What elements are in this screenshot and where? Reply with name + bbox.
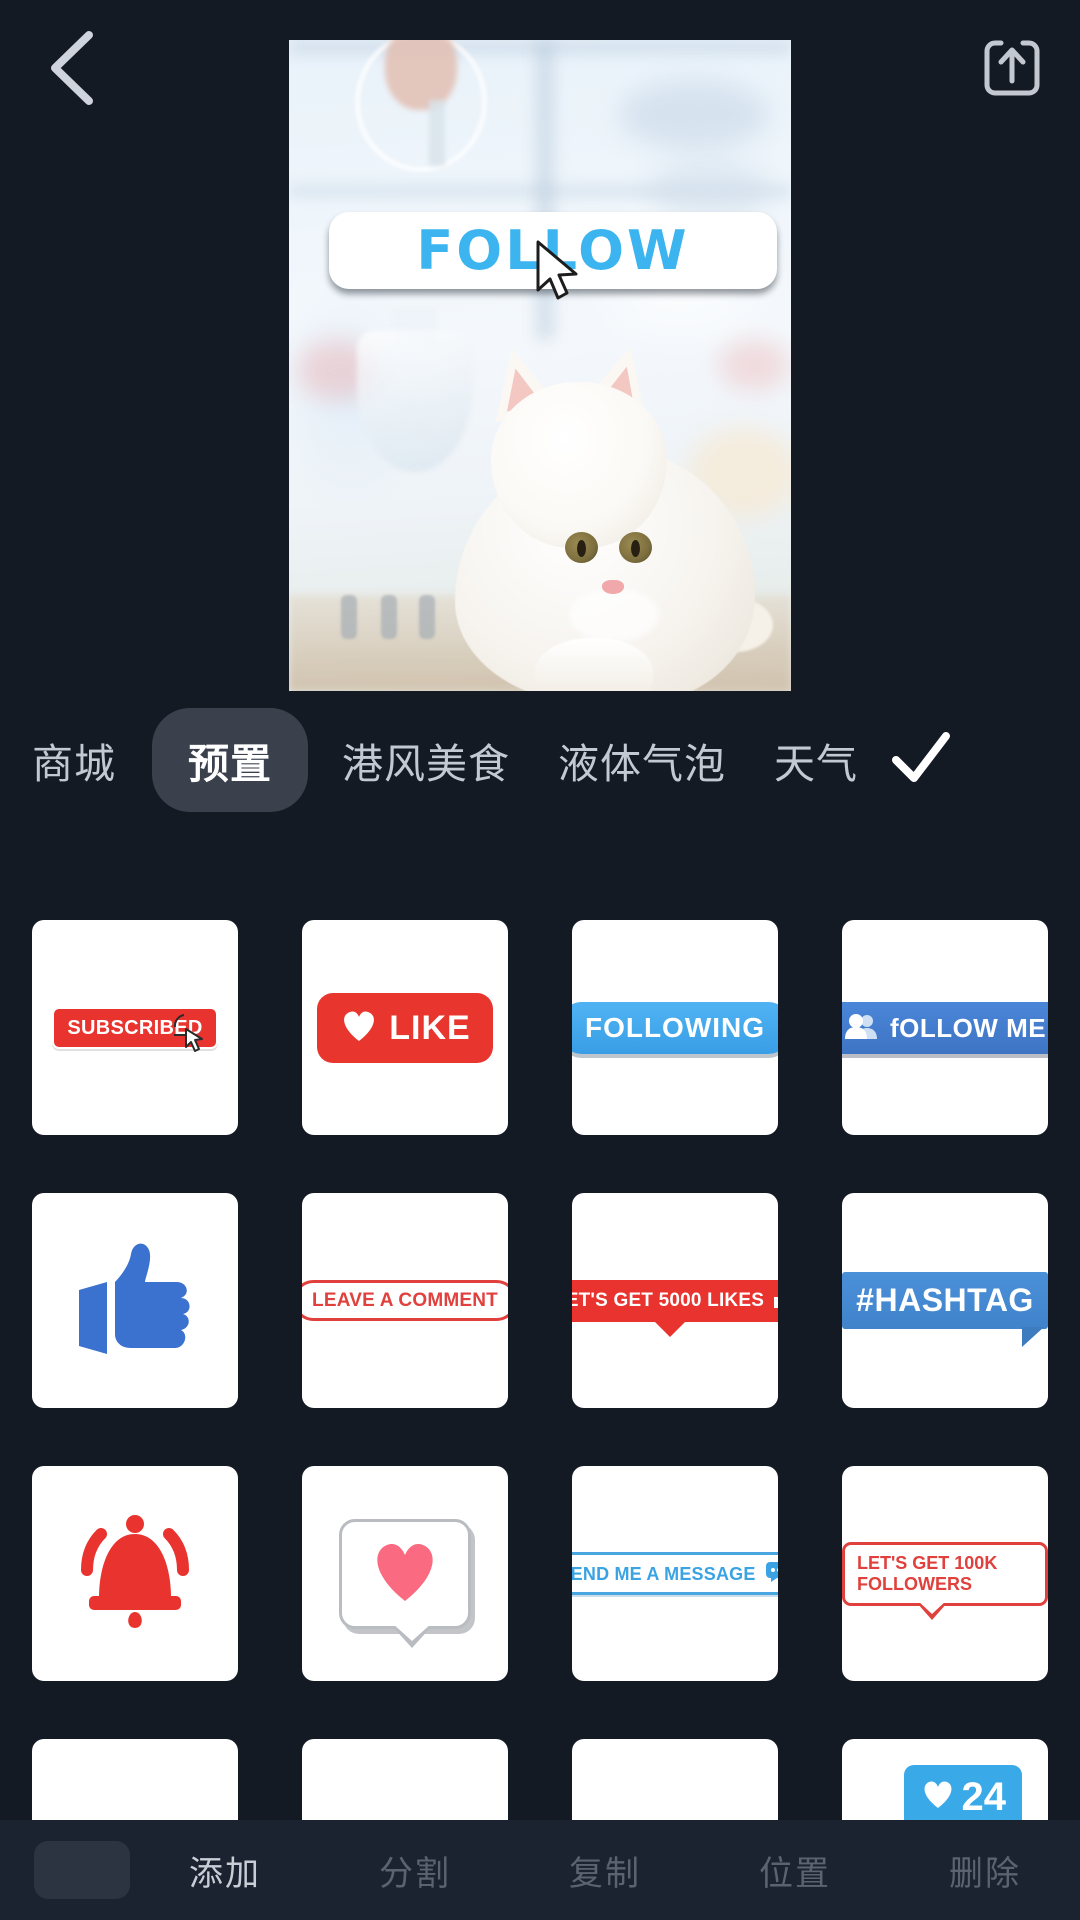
sticker-item-heart-in-bubble[interactable] [302,1466,508,1681]
thumbs-up-small-icon [774,1289,778,1313]
sticker-label: SEND ME A MESSAGE [572,1563,756,1584]
mouse-cursor-arrow-icon [534,240,586,307]
confirm-button[interactable] [890,730,952,791]
people-icon [844,1012,880,1044]
sticker-item-leave-a-comment[interactable]: LEAVE A COMMENT [302,1193,508,1408]
sticker-label: #HASHTAG [842,1272,1048,1347]
tab-mall[interactable]: 商城 [28,730,120,790]
heart-icon [920,1775,956,1820]
sticker-item-heart-like[interactable]: LIKE [302,920,508,1135]
tab-weather[interactable]: 天气 [770,730,862,790]
sticker-label: FOLLOWING [572,1001,778,1054]
export-upload-icon [981,37,1043,104]
sticker-label: LIKE [389,1008,471,1047]
toolbar-handle-button[interactable] [34,1841,130,1899]
back-button[interactable] [30,28,114,112]
check-icon [890,730,952,791]
cat-subject [449,298,773,691]
sticker-badge: LET'S GET 5000 LIKES [572,1279,778,1337]
tab-preset[interactable]: 预置 [152,708,308,812]
sticker-badge: fOLLOW ME [842,1001,1048,1054]
toolbar-item-copy[interactable]: 复制 [510,1846,700,1895]
heart-icon [339,1007,379,1049]
sticker-item-lets-get-100k-followers[interactable]: LET'S GET 100K FOLLOWERS [842,1466,1048,1681]
sticker-item-lets-get-5000-likes[interactable]: LET'S GET 5000 LIKES [572,1193,778,1408]
thumbs-up-icon [71,1238,199,1363]
heart-icon [370,1539,440,1608]
tab-hongkong-food[interactable]: 港风美食 [338,730,514,790]
sticker-label: LET'S GET 100K FOLLOWERS [842,1541,1048,1620]
chat-bubble-icon [765,1562,778,1585]
tab-liquid-bubble[interactable]: 液体气泡 [554,730,730,790]
sticker-label: fOLLOW ME [889,1012,1047,1043]
sticker-item-following[interactable]: FOLLOWING [572,920,778,1135]
toolbar-item-delete[interactable]: 删除 [890,1846,1080,1895]
sticker-badge: SEND ME A MESSAGE [572,1552,778,1595]
category-tabbar: 商城 预置 港风美食 液体气泡 天气 [0,700,1080,820]
sticker-item-hashtag[interactable]: #HASHTAG [842,1193,1048,1408]
sticker-label: LET'S GET 5000 LIKES [572,1290,765,1311]
toolbar-item-position[interactable]: 位置 [700,1846,890,1895]
sticker-item-send-me-a-message[interactable]: SEND ME A MESSAGE [572,1466,778,1681]
sticker-item-subscribed-cursor[interactable]: SUBSCRIBED [32,920,238,1135]
sticker-badge: LIKE [317,992,493,1063]
toolbar-item-split[interactable]: 分割 [320,1846,510,1895]
chevron-left-icon [45,29,99,112]
app-header [0,0,1080,140]
cursor-arrow-icon [172,1013,206,1058]
sticker-label: LEAVE A COMMENT [302,1280,508,1321]
export-button[interactable] [972,30,1052,110]
bottom-toolbar: 添加 分割 复制 位置 删除 [0,1820,1080,1920]
sticker-grid: SUBSCRIBED LIKE FOLLOWING fOLLOW ME LEAV… [0,920,1080,1870]
sticker-item-thumbs-up[interactable] [32,1193,238,1408]
sticker-item-notification-bell[interactable] [32,1466,238,1681]
sticker-item-follow-me[interactable]: fOLLOW ME [842,920,1048,1135]
speech-bubble-outline [339,1518,471,1648]
bell-icon [75,1512,195,1635]
sticker-label: 24 [961,1775,1007,1819]
toolbar-item-add[interactable]: 添加 [130,1846,320,1895]
